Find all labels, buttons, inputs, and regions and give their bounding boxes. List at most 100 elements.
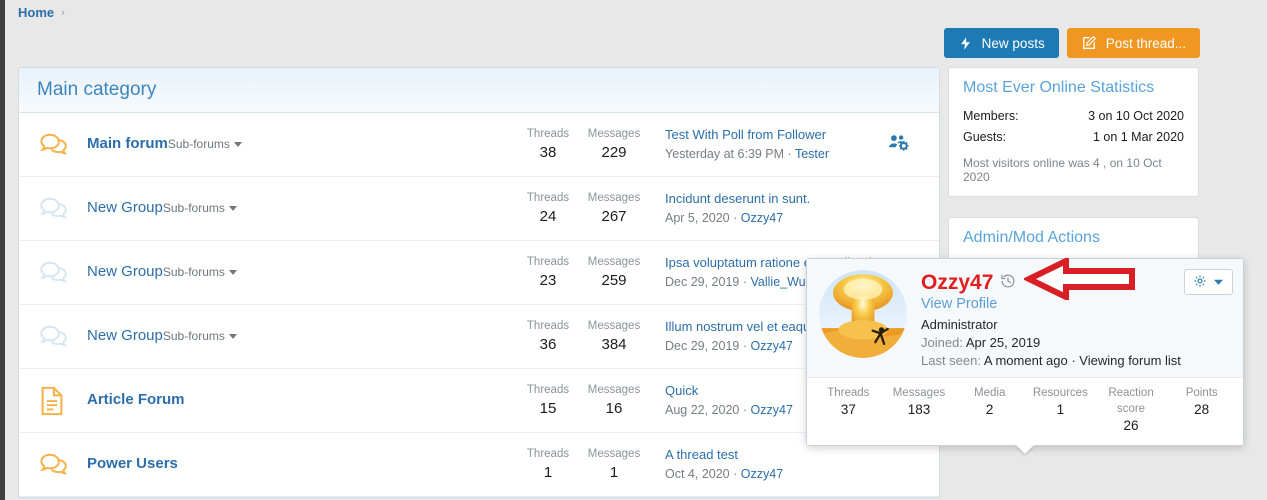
- article-page-icon: [39, 386, 85, 416]
- forum-category-panel: Main category Main forum Sub-forums Thread…: [18, 67, 940, 498]
- threads-label: Threads: [526, 255, 570, 268]
- forum-title-link[interactable]: Main forum: [87, 135, 168, 154]
- meta-separator: ·: [733, 466, 738, 481]
- last-post-author-link[interactable]: Ozzy47: [751, 339, 793, 353]
- forum-title-link[interactable]: New Group: [87, 327, 163, 346]
- user-card-stat-label: Threads: [827, 387, 870, 400]
- post-thread-button[interactable]: Post thread...: [1066, 28, 1200, 58]
- forum-row[interactable]: New Group Sub-forums Threads 36 Messages 384 I…: [19, 305, 939, 369]
- forum-row[interactable]: New Group Sub-forums Threads 24 Messages 267 I…: [19, 177, 939, 241]
- chevron-down-icon: [228, 333, 237, 339]
- user-profile-hover-card: Ozzy47 View Profile Administrator Joined…: [806, 258, 1244, 454]
- forum-row-extra: [877, 133, 921, 156]
- forum-node-main: New Group Sub-forums: [85, 263, 515, 282]
- sub-forums-toggle[interactable]: Sub-forums: [163, 329, 237, 343]
- members-value: 3 on 10 Oct 2020: [1088, 109, 1184, 123]
- clock-history-icon[interactable]: [1000, 273, 1016, 292]
- last-post-date: Dec 29, 2019: [665, 274, 740, 289]
- category-title: Main category: [37, 79, 157, 100]
- threads-stat: Threads 38: [515, 127, 581, 162]
- sub-forums-toggle[interactable]: Sub-forums: [168, 137, 242, 151]
- user-card-stat-label: Resources: [1032, 387, 1088, 400]
- forum-row[interactable]: Article Forum Threads 15 Messages 16 Quick Aug…: [19, 369, 939, 433]
- view-profile-link[interactable]: View Profile: [921, 296, 1231, 312]
- forum-title-link[interactable]: Power Users: [87, 455, 178, 474]
- user-card-stat-value: 2: [985, 402, 994, 418]
- chevron-down-icon: [228, 205, 237, 211]
- threads-label: Threads: [526, 319, 570, 332]
- user-card-stat-value: 1: [1056, 402, 1065, 418]
- threads-value: 15: [539, 399, 557, 417]
- statistics-members-line: Members: 3 on 10 Oct 2020: [963, 106, 1184, 127]
- forum-node-main: Main forum Sub-forums: [85, 135, 515, 154]
- user-card-stat: Messages 183: [884, 385, 955, 435]
- threads-value: 38: [539, 143, 557, 161]
- forum-title-link[interactable]: New Group: [87, 199, 163, 218]
- user-card-last-seen-row: Last seen: A moment ago · Viewing forum …: [921, 353, 1231, 368]
- last-post-title-link[interactable]: A thread test: [665, 446, 877, 465]
- threads-label: Threads: [526, 383, 570, 396]
- members-label: Members:: [963, 109, 1019, 123]
- threads-label: Threads: [526, 191, 570, 204]
- messages-stat: Messages 259: [581, 255, 647, 290]
- forum-row[interactable]: New Group Sub-forums Threads 23 Messages 259 I…: [19, 241, 939, 305]
- user-card-username[interactable]: Ozzy47: [921, 271, 993, 294]
- user-card-stat: Reaction score 26: [1096, 385, 1167, 435]
- user-card-joined-row: Joined: Apr 25, 2019: [921, 335, 1231, 350]
- last-post-date: Oct 4, 2020: [665, 466, 730, 481]
- messages-value: 267: [601, 207, 627, 225]
- breadcrumb-home-link[interactable]: Home: [18, 5, 54, 20]
- forum-row[interactable]: Power Users Threads 1 Messages 1 A thread tes…: [19, 433, 939, 497]
- statistics-title: Most Ever Online Statistics: [963, 79, 1155, 96]
- most-ever-online-statistics-block: Most Ever Online Statistics Members: 3 o…: [948, 67, 1199, 198]
- messages-label: Messages: [587, 383, 641, 396]
- user-card-pointer-notch: [1016, 444, 1034, 454]
- threads-value: 36: [539, 335, 557, 353]
- sub-forums-toggle[interactable]: Sub-forums: [163, 265, 237, 279]
- sub-forums-toggle[interactable]: Sub-forums: [163, 201, 237, 215]
- gear-icon: [1193, 274, 1207, 291]
- messages-value: 259: [601, 271, 627, 289]
- user-card-stat-label: Messages: [892, 387, 946, 400]
- user-card-avatar[interactable]: [819, 270, 907, 358]
- last-post-author-link[interactable]: Ozzy47: [741, 211, 783, 225]
- manage-members-gear-icon[interactable]: [888, 133, 910, 156]
- user-card-stat-value: 183: [907, 402, 931, 418]
- new-posts-button[interactable]: New posts: [943, 28, 1059, 58]
- statistics-guests-line: Guests: 1 on 1 Mar 2020: [963, 127, 1184, 148]
- last-post-column: Test With Poll from Follower Yesterday at…: [647, 126, 877, 164]
- user-card-main: Ozzy47 View Profile Administrator Joined…: [807, 259, 1243, 378]
- last-post-column: Incidunt deserunt in sunt. Apr 5, 2020 · …: [647, 190, 877, 228]
- last-post-title-link[interactable]: Test With Poll from Follower: [665, 126, 877, 145]
- last-post-author-link[interactable]: Tester: [795, 147, 829, 161]
- user-card-stat-value: 26: [1123, 418, 1139, 434]
- sub-forums-label: Sub-forums: [162, 201, 225, 216]
- messages-label: Messages: [587, 191, 641, 204]
- joined-value: Apr 25, 2019: [965, 335, 1041, 351]
- meta-separator: ·: [742, 274, 748, 289]
- threads-stat: Threads 1: [515, 447, 581, 482]
- last-seen-value: A moment ago · Viewing forum list: [983, 353, 1181, 369]
- forum-title-link[interactable]: Article Forum: [87, 391, 185, 410]
- most-visitors-note: Most visitors online was 4 , on 10 Oct 2…: [963, 156, 1162, 185]
- last-post-author-link[interactable]: Ozzy47: [741, 467, 783, 481]
- messages-stat: Messages 384: [581, 319, 647, 354]
- user-card-actions-button[interactable]: [1184, 269, 1233, 295]
- last-post-title-link[interactable]: Incidunt deserunt in sunt.: [665, 190, 877, 209]
- user-card-stat-label: Media: [974, 387, 1006, 400]
- sub-forums-label: Sub-forums: [162, 265, 225, 280]
- user-card-role: Administrator: [921, 317, 998, 333]
- forum-row-list: Main forum Sub-forums Threads 38 Messages 229…: [19, 113, 939, 497]
- lightning-bolt-icon: [958, 36, 973, 51]
- messages-label: Messages: [587, 127, 641, 140]
- last-seen-label: Last seen:: [921, 353, 981, 369]
- last-post-author-link[interactable]: Ozzy47: [751, 403, 793, 417]
- pencil-square-icon: [1081, 35, 1097, 51]
- new-posts-label: New posts: [981, 35, 1045, 51]
- threads-stat: Threads 24: [515, 191, 581, 226]
- messages-label: Messages: [587, 447, 641, 460]
- forum-title-link[interactable]: New Group: [87, 263, 163, 282]
- forum-row[interactable]: Main forum Sub-forums Threads 38 Messages 229…: [19, 113, 939, 177]
- page-root: Home › New posts Post thread... Main cat…: [0, 0, 1267, 500]
- meta-separator: ·: [742, 338, 748, 353]
